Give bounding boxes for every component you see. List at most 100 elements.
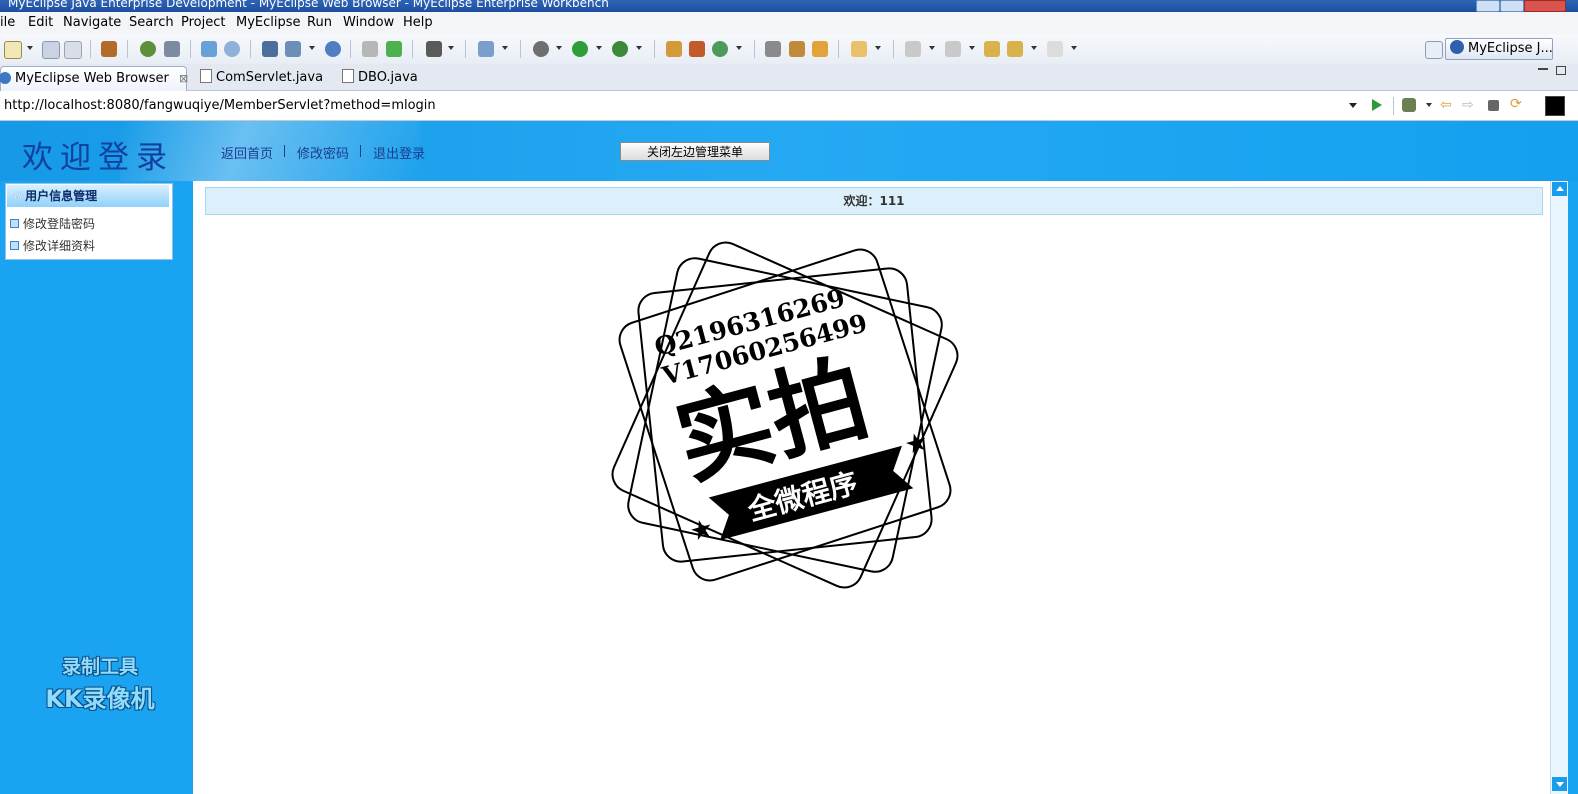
tools-icon[interactable]: [1402, 98, 1416, 112]
menu-run[interactable]: Run: [307, 15, 332, 30]
camera-icon[interactable]: [426, 41, 442, 57]
refresh-icon[interactable]: ⟳: [1510, 97, 1524, 111]
stamp-watermark: Q2196316269 V17060256499 实拍 全微程序 ★ ★: [611, 241, 959, 589]
new-icon[interactable]: [4, 41, 22, 59]
close-left-menu-button[interactable]: 关闭左边管理菜单: [620, 142, 770, 161]
last-edit-icon[interactable]: [984, 41, 1000, 57]
next-annotation-icon[interactable]: [905, 41, 921, 57]
star-icon: ★: [687, 513, 717, 548]
go-icon[interactable]: [1372, 99, 1382, 111]
forward-icon[interactable]: [1047, 41, 1063, 57]
chevron-down-icon[interactable]: [448, 46, 454, 50]
recorder-line-1: 录制工具: [61, 656, 138, 678]
open-perspective-icon[interactable]: [1425, 41, 1443, 59]
scroll-up-icon[interactable]: [1552, 182, 1567, 196]
package-icon[interactable]: [101, 41, 117, 57]
chevron-down-icon[interactable]: [969, 46, 975, 50]
tab-label: DBO.java: [358, 70, 418, 85]
save-all-icon[interactable]: [64, 41, 82, 59]
home-link[interactable]: 返回首页: [221, 143, 273, 162]
chevron-down-icon[interactable]: [27, 46, 33, 50]
prev-annotation-icon[interactable]: [945, 41, 961, 57]
save-icon[interactable]: [42, 41, 60, 59]
new-project-icon[interactable]: [666, 41, 682, 57]
perspective-label: MyEclipse J...: [1468, 41, 1553, 56]
globe-icon[interactable]: [325, 41, 341, 57]
menu-project[interactable]: Project: [181, 15, 225, 30]
chevron-down-icon[interactable]: [502, 46, 508, 50]
maximize-button[interactable]: [1500, 0, 1524, 12]
java-file-icon: [200, 69, 212, 83]
view-toggle-icon[interactable]: [1545, 96, 1565, 116]
url-input[interactable]: [0, 95, 1348, 115]
folder-icon[interactable]: [812, 41, 828, 57]
java-file-icon: [342, 69, 354, 83]
tab-comservlet[interactable]: ComServlet.java: [196, 66, 323, 90]
bug-icon[interactable]: [533, 41, 549, 57]
left-menu-title[interactable]: ✩ 用户信息管理: [7, 185, 169, 207]
chevron-down-icon[interactable]: [309, 46, 315, 50]
menu-file[interactable]: ile: [0, 15, 15, 30]
minimize-button[interactable]: [1476, 0, 1500, 12]
run-icon[interactable]: [572, 41, 588, 57]
perspective-button[interactable]: MyEclipse J...: [1445, 38, 1553, 60]
chevron-down-icon[interactable]: [1071, 46, 1077, 50]
deploy-icon[interactable]: [262, 41, 278, 57]
debug-icon[interactable]: [140, 41, 156, 57]
tools-icon[interactable]: [478, 41, 494, 57]
db-icon[interactable]: [362, 41, 378, 57]
logout-link[interactable]: 退出登录: [373, 143, 425, 162]
back-icon[interactable]: [1007, 41, 1023, 57]
tab-web-browser[interactable]: MyEclipse Web Browser ⊠: [0, 66, 188, 91]
star-icon: ✩: [13, 189, 24, 203]
menu-navigate[interactable]: Navigate: [63, 15, 121, 30]
run-server-icon[interactable]: [285, 41, 301, 57]
external-tools-icon[interactable]: [612, 41, 628, 57]
tab-label: MyEclipse Web Browser: [15, 71, 169, 86]
menu-help[interactable]: Help: [403, 15, 433, 30]
server-icon[interactable]: [164, 41, 180, 57]
tab-dbo[interactable]: DBO.java: [338, 66, 418, 90]
myeclipse-icon: [1450, 40, 1464, 54]
chevron-down-icon[interactable]: [1426, 103, 1432, 107]
vertical-scrollbar[interactable]: [1550, 181, 1568, 794]
refresh-icon[interactable]: [712, 41, 728, 57]
chevron-down-icon[interactable]: [1031, 46, 1037, 50]
stop-icon[interactable]: [1488, 100, 1499, 111]
scroll-down-icon[interactable]: [1552, 777, 1567, 791]
menu-search[interactable]: Search: [129, 15, 174, 30]
edit-icon[interactable]: [201, 41, 217, 57]
menu-edit[interactable]: Edit: [28, 15, 53, 30]
main-toolbar: MyEclipse J...: [0, 34, 1578, 65]
rocket-icon[interactable]: [789, 41, 805, 57]
link-icon[interactable]: [765, 41, 781, 57]
menu-item-change-password[interactable]: 修改登陆密码: [10, 215, 95, 232]
chevron-down-icon[interactable]: [929, 46, 935, 50]
menu-bar: ile Edit Navigate Search Project MyEclip…: [0, 12, 1578, 35]
chevron-down-icon[interactable]: [636, 46, 642, 50]
chevron-down-icon[interactable]: [556, 46, 562, 50]
chevron-down-icon[interactable]: [1349, 103, 1357, 108]
close-window-button[interactable]: [1524, 0, 1566, 12]
menu-item-edit-profile[interactable]: 修改详细资料: [10, 237, 95, 254]
forward-icon[interactable]: ⇨: [1462, 98, 1476, 112]
new-class-icon[interactable]: [689, 41, 705, 57]
left-menu: ✩ 用户信息管理 修改登陆密码 修改详细资料: [5, 183, 173, 260]
search-icon[interactable]: [224, 41, 240, 57]
menu-window[interactable]: Window: [343, 15, 394, 30]
chevron-down-icon[interactable]: [596, 46, 602, 50]
close-icon[interactable]: ⊠: [179, 72, 188, 85]
chevron-down-icon[interactable]: [736, 46, 742, 50]
chevron-down-icon[interactable]: [875, 46, 881, 50]
back-icon[interactable]: ⇦: [1440, 98, 1454, 112]
maximize-view-icon[interactable]: [1556, 66, 1566, 75]
tab-label: ComServlet.java: [216, 70, 324, 85]
minimize-view-icon[interactable]: [1538, 68, 1548, 70]
recorder-line-2: KK录像机: [45, 685, 155, 713]
open-folder-icon[interactable]: [851, 41, 867, 57]
menu-myeclipse[interactable]: MyEclipse: [236, 15, 301, 30]
add-icon[interactable]: [386, 41, 402, 57]
window-title-bar: MyEclipse Java Enterprise Development - …: [0, 0, 1578, 12]
star-icon: ★: [901, 426, 931, 461]
change-password-link[interactable]: 修改密码: [297, 143, 349, 162]
